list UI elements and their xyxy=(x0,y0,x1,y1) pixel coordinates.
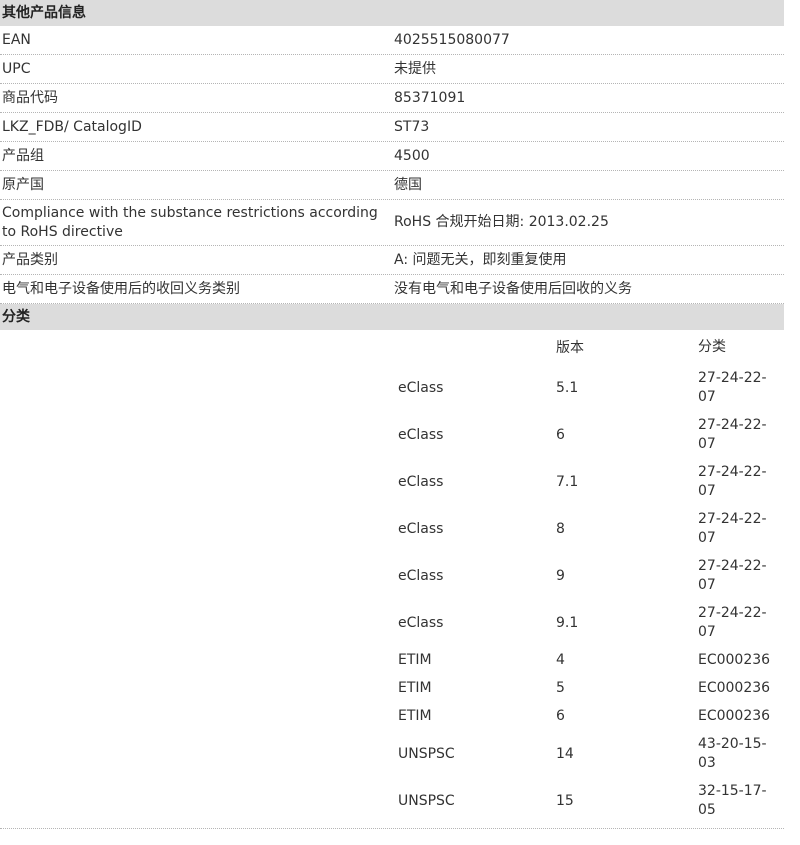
info-row-weee-category: 电气和电子设备使用后的收回义务类别 没有电气和电子设备使用后回收的义务 xyxy=(0,275,784,304)
header-classification: 分类 xyxy=(698,338,726,355)
table-row: ETIM 4 EC000236 xyxy=(392,646,784,674)
info-value: 4500 xyxy=(394,147,430,164)
code-cell: 27-24-22-07 xyxy=(698,604,767,640)
info-value: 没有电气和电子设备使用后回收的义务 xyxy=(394,280,632,297)
table-row: eClass 7.1 27-24-22-07 xyxy=(392,458,784,505)
info-label: 产品组 xyxy=(2,147,44,164)
system-cell: eClass xyxy=(398,614,444,631)
system-cell: ETIM xyxy=(398,708,432,724)
version-cell: 9 xyxy=(556,567,565,584)
info-row-commodity-code: 商品代码 85371091 xyxy=(0,84,784,113)
header-version: 版本 xyxy=(556,340,584,356)
info-value: 未提供 xyxy=(394,60,436,77)
section-title-classification: 分类 xyxy=(0,304,784,330)
system-cell: UNSPSC xyxy=(398,745,455,762)
version-cell: 4 xyxy=(556,652,565,668)
code-cell: 27-24-22-07 xyxy=(698,369,767,405)
info-label: LKZ_FDB/ CatalogID xyxy=(2,118,142,135)
code-cell: EC000236 xyxy=(698,707,771,724)
info-value: 德国 xyxy=(394,176,422,193)
system-cell: eClass xyxy=(398,473,444,490)
code-cell: EC000236 xyxy=(698,679,771,696)
info-label: Compliance with the substance restrictio… xyxy=(2,204,378,240)
system-cell: eClass xyxy=(398,520,444,537)
version-cell: 15 xyxy=(556,792,574,809)
code-cell: 27-24-22-07 xyxy=(698,557,767,593)
info-row-product-category: 产品类别 A: 问题无关，即刻重复使用 xyxy=(0,246,784,275)
table-row: eClass 9 27-24-22-07 xyxy=(392,552,784,599)
info-label: 原产国 xyxy=(2,176,44,193)
version-cell: 6 xyxy=(556,708,565,724)
divider xyxy=(0,828,784,829)
version-cell: 8 xyxy=(556,520,565,537)
system-cell: ETIM xyxy=(398,652,432,668)
system-cell: UNSPSC xyxy=(398,792,455,809)
system-cell: eClass xyxy=(398,426,444,443)
info-row-rohs: Compliance with the substance restrictio… xyxy=(0,200,784,246)
code-cell: EC000236 xyxy=(698,651,771,668)
info-value: A: 问题无关，即刻重复使用 xyxy=(394,251,567,268)
version-cell: 14 xyxy=(556,745,574,762)
classification-header-row: 版本 分类 xyxy=(392,330,784,364)
table-row: eClass 9.1 27-24-22-07 xyxy=(392,599,784,646)
code-cell: 43-20-15-03 xyxy=(698,735,767,771)
info-row-country-of-origin: 原产国 德国 xyxy=(0,171,784,200)
info-label: 产品类别 xyxy=(2,251,58,268)
info-label: 电气和电子设备使用后的收回义务类别 xyxy=(2,280,240,297)
table-row: UNSPSC 14 43-20-15-03 xyxy=(392,730,784,777)
info-label: UPC xyxy=(2,60,31,77)
classification-table: 版本 分类 eClass 5.1 27-24-22-07 eClass 6 27… xyxy=(392,330,784,824)
info-value: 4025515080077 xyxy=(394,31,510,48)
info-value: ST73 xyxy=(394,118,430,135)
system-cell: eClass xyxy=(398,567,444,584)
table-row: eClass 6 27-24-22-07 xyxy=(392,411,784,458)
system-cell: eClass xyxy=(398,379,444,396)
info-row-catalog-id: LKZ_FDB/ CatalogID ST73 xyxy=(0,113,784,142)
section-title-other-info: 其他产品信息 xyxy=(0,0,784,26)
info-label: EAN xyxy=(2,31,31,48)
version-cell: 7.1 xyxy=(556,473,579,490)
info-label: 商品代码 xyxy=(2,89,58,106)
info-row-product-group: 产品组 4500 xyxy=(0,142,784,171)
version-cell: 5.1 xyxy=(556,379,579,396)
version-cell: 6 xyxy=(556,426,565,443)
code-cell: 27-24-22-07 xyxy=(698,463,767,499)
system-cell: ETIM xyxy=(398,680,432,696)
table-row: UNSPSC 15 32-15-17-05 xyxy=(392,777,784,824)
info-row-upc: UPC 未提供 xyxy=(0,55,784,84)
code-cell: 32-15-17-05 xyxy=(698,782,767,818)
table-row: eClass 8 27-24-22-07 xyxy=(392,505,784,552)
code-cell: 27-24-22-07 xyxy=(698,416,767,452)
product-info-panel: 其他产品信息 EAN 4025515080077 UPC 未提供 商品代码 85… xyxy=(0,0,784,829)
version-cell: 9.1 xyxy=(556,614,579,631)
info-value: 85371091 xyxy=(394,89,466,106)
version-cell: 5 xyxy=(556,680,565,696)
table-row: ETIM 6 EC000236 xyxy=(392,702,784,730)
info-row-ean: EAN 4025515080077 xyxy=(0,26,784,55)
info-value: RoHS 合规开始日期: 2013.02.25 xyxy=(394,214,609,230)
table-row: eClass 5.1 27-24-22-07 xyxy=(392,364,784,411)
code-cell: 27-24-22-07 xyxy=(698,510,767,546)
table-row: ETIM 5 EC000236 xyxy=(392,674,784,702)
